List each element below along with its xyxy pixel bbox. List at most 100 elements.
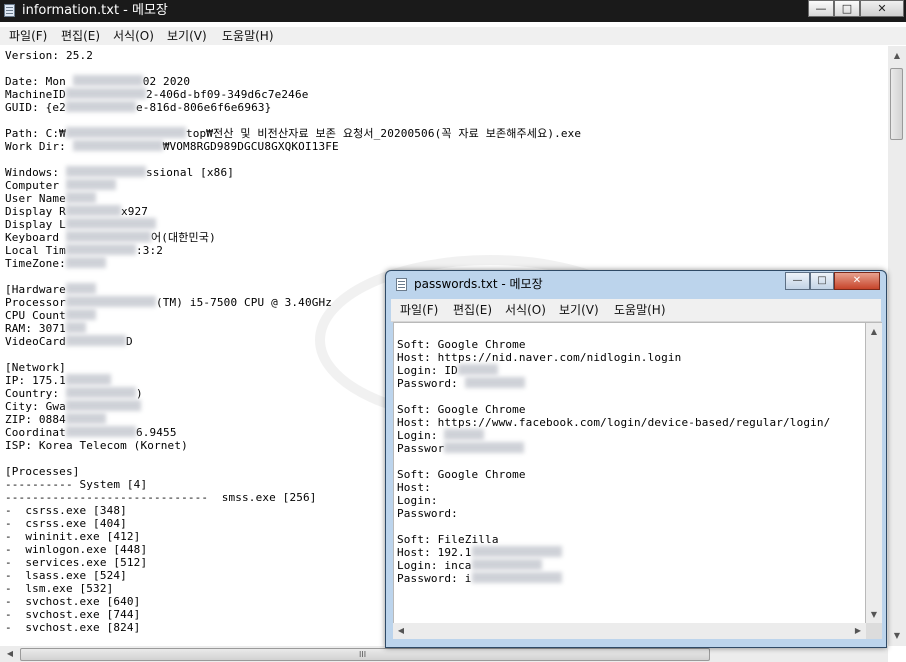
text-segment: ------------------------------ smss.exe … (5, 491, 317, 504)
menu-edit[interactable]: 편집(E) (453, 303, 492, 318)
scroll-grip: III (359, 650, 367, 659)
text-segment: [Network] (5, 361, 66, 374)
title-bar[interactable]: information.txt - 메모장 — □ ✕ (0, 0, 906, 22)
vertical-scrollbar[interactable]: ▲ ▼ (866, 322, 882, 627)
scroll-up-arrow-icon[interactable]: ▲ (889, 48, 905, 64)
text-segment: Date: Mon (5, 75, 73, 88)
text-line: Password: i (397, 572, 562, 585)
text-line: - lsm.exe [532] (5, 582, 113, 595)
text-segment: ---------- System [4] (5, 478, 148, 491)
text-segment: Login: (397, 429, 445, 442)
menu-format[interactable]: 서식(O) (113, 29, 154, 44)
text-segment: [Hardware (5, 283, 66, 296)
text-segment: Processor (5, 296, 66, 309)
menu-help[interactable]: 도움말(H) (614, 303, 666, 318)
text-segment: Login: ID (397, 364, 458, 377)
redacted-text (65, 387, 136, 398)
redacted-text (65, 231, 151, 242)
text-segment: - services.exe [512] (5, 556, 148, 569)
text-segment: - csrss.exe [348] (5, 504, 127, 517)
text-line: [Processes] (5, 465, 80, 478)
maximize-button[interactable]: □ (834, 0, 860, 17)
text-segment: e-816d-806e6f6e6963} (135, 101, 272, 114)
menu-help[interactable]: 도움말(H) (222, 29, 274, 44)
menu-view[interactable]: 보기(V) (559, 303, 599, 318)
scroll-left-arrow-icon[interactable]: ◀ (393, 623, 409, 639)
redacted-text (65, 166, 146, 177)
text-editor[interactable]: Soft: Google Chrome Host: https://nid.nav… (393, 322, 866, 627)
text-segment: (TM) i5-7500 CPU @ 3.40GHz (155, 296, 333, 309)
redacted-text (65, 218, 156, 229)
text-segment: Host: https://www.facebook.com/login/dev… (397, 416, 831, 429)
text-line: Display R x927 (5, 205, 148, 218)
close-button[interactable]: ✕ (834, 272, 880, 290)
text-line: Soft: FileZilla (397, 533, 499, 546)
text-segment: GUID: {e2 (5, 101, 66, 114)
menu-view[interactable]: 보기(V) (167, 29, 207, 44)
scroll-down-arrow-icon[interactable]: ▼ (889, 628, 905, 644)
text-segment: Display R (5, 205, 66, 218)
maximize-button[interactable]: □ (810, 272, 834, 290)
horizontal-scroll-thumb[interactable]: III (20, 648, 710, 661)
window-title: passwords.txt - 메모장 (414, 277, 543, 291)
text-line: Coordinat 6.9455 (5, 426, 177, 439)
scroll-left-arrow-icon[interactable]: ◀ (2, 646, 18, 662)
text-line: Processor (TM) i5-7500 CPU @ 3.40GHz (5, 296, 332, 309)
text-line: TimeZone: (5, 257, 106, 270)
minimize-button[interactable]: — (808, 0, 834, 17)
menu-format[interactable]: 서식(O) (505, 303, 546, 318)
text-line: Login: ID (397, 364, 498, 377)
text-segment: Host: 192.1 (397, 546, 472, 559)
text-line: ---------- System [4] (5, 478, 147, 491)
text-segment: Passwor (397, 442, 445, 455)
text-segment: - svchost.exe [824] (5, 621, 141, 634)
text-segment: Soft: Google Chrome (397, 338, 526, 351)
text-line: - services.exe [512] (5, 556, 147, 569)
menu-file[interactable]: 파일(F) (9, 29, 47, 44)
text-line: User Name (5, 192, 96, 205)
redacted-text (65, 283, 96, 294)
window-title: information.txt - 메모장 (22, 3, 168, 18)
horizontal-scrollbar[interactable]: ◀ ▶ (393, 623, 866, 639)
text-line: GUID: {e2 e-816d-806e6f6e6963} (5, 101, 271, 114)
text-segment: [Processes] (5, 465, 80, 478)
text-line: [Hardware (5, 283, 96, 296)
redacted-text (65, 88, 146, 99)
text-segment: Login: (397, 494, 438, 507)
close-button[interactable]: ✕ (860, 0, 904, 17)
text-segment: ZIP: 0884 (5, 413, 66, 426)
text-segment: Display L (5, 218, 66, 231)
text-line: - svchost.exe [640] (5, 595, 140, 608)
text-line: City: Gwa (5, 400, 141, 413)
redacted-text (471, 559, 542, 570)
vertical-scroll-thumb[interactable] (890, 68, 903, 140)
text-segment: Version: 25.2 (5, 49, 94, 62)
redacted-text (72, 140, 163, 151)
menu-bar: 파일(F) 편집(E) 서식(O) 보기(V) 도움말(H) (0, 27, 906, 45)
text-segment: Login: inca (397, 559, 472, 572)
redacted-text (65, 426, 136, 437)
text-segment: Password: (397, 507, 458, 520)
text-line: [Network] (5, 361, 66, 374)
text-line: Keyboard 어(대한민국) (5, 231, 216, 244)
menu-edit[interactable]: 편집(E) (61, 29, 100, 44)
scroll-right-arrow-icon[interactable]: ▶ (850, 623, 866, 639)
redacted-text (444, 429, 485, 440)
text-line: VideoCard D (5, 335, 133, 348)
scroll-up-arrow-icon[interactable]: ▲ (866, 324, 882, 340)
text-line: Local Tim:3:2 (5, 244, 163, 257)
text-segment: 2-406d-bf09-349d6c7e246e (145, 88, 309, 101)
minimize-button[interactable]: — (785, 272, 810, 290)
text-line: Host: https://nid.naver.com/nidlogin.log… (397, 351, 681, 364)
redacted-text (65, 244, 136, 255)
redacted-text (65, 127, 186, 138)
text-line: Host: 192.1 (397, 546, 562, 559)
text-segment: IP: 175.1 (5, 374, 66, 387)
text-segment: MachineID (5, 88, 66, 101)
menu-file[interactable]: 파일(F) (400, 303, 438, 318)
text-segment: Host: https://nid.naver.com/nidlogin.log… (397, 351, 682, 364)
text-line: Soft: Google Chrome (397, 468, 526, 481)
redacted-text (65, 192, 96, 203)
size-grip[interactable] (866, 623, 882, 639)
scroll-down-arrow-icon[interactable]: ▼ (866, 607, 882, 623)
